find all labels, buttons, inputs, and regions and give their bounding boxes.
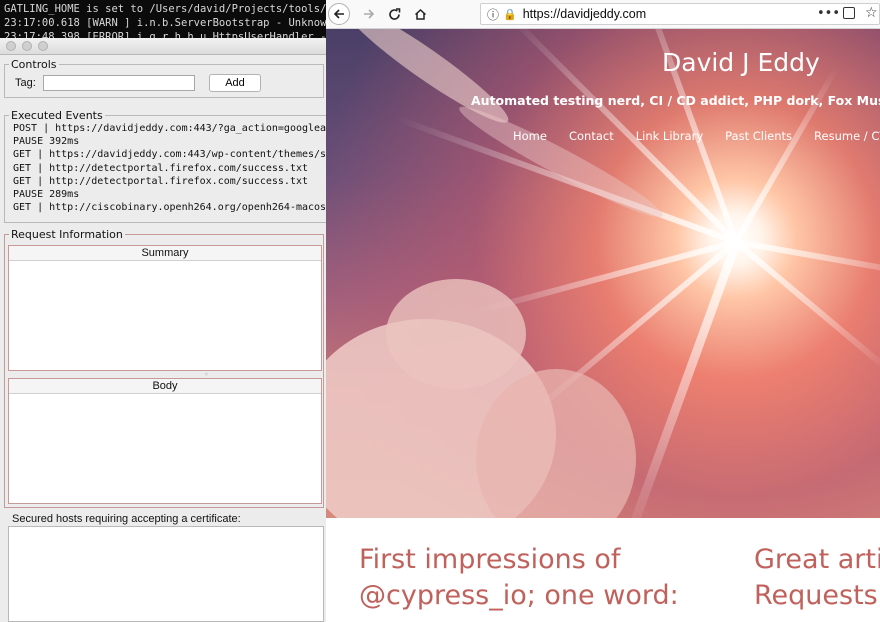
post-title-link[interactable]: Great arti Requests: [754, 542, 880, 614]
close-window-icon[interactable]: [6, 41, 16, 51]
site-tagline: Automated testing nerd, CI / CD addict, …: [471, 93, 880, 108]
tag-label: Tag:: [15, 77, 36, 89]
event-item[interactable]: PAUSE 289ms: [13, 188, 326, 201]
url-text[interactable]: https://davidjeddy.com: [523, 7, 646, 21]
post-title-line: First impressions of: [359, 544, 621, 575]
cloud: [453, 96, 669, 228]
post-title-line: Requests: [754, 580, 878, 611]
summary-panel[interactable]: Summary: [8, 245, 322, 371]
event-item[interactable]: GET | http://ciscobinary.openh264.org/op…: [13, 201, 326, 214]
secured-hosts-list[interactable]: [8, 526, 324, 622]
browser-window: ⓘ 🔒 https://davidjeddy.com ••• ☆ David J…: [326, 0, 880, 622]
event-item[interactable]: GET | http://detectportal.firefox.com/su…: [13, 175, 326, 188]
lock-insecure-icon[interactable]: 🔒: [503, 8, 517, 21]
nav-link-home[interactable]: Home: [513, 129, 547, 143]
arrow-right-icon: [364, 9, 375, 19]
event-item[interactable]: POST | https://davidjeddy.com:443/?ga_ac…: [13, 122, 326, 135]
zoom-window-icon[interactable]: [38, 41, 48, 51]
window-titlebar[interactable]: [0, 38, 326, 55]
reload-icon: [388, 7, 400, 20]
page-actions-icon[interactable]: •••: [817, 6, 840, 21]
summary-header: Summary: [9, 246, 321, 261]
url-bar[interactable]: ⓘ 🔒 https://davidjeddy.com ••• ☆: [480, 3, 880, 25]
bookmark-star-icon[interactable]: ☆: [865, 5, 878, 21]
event-item[interactable]: PAUSE 392ms: [13, 135, 326, 148]
home-icon: [414, 8, 426, 20]
gatling-recorder-window: Controls Tag: Add Executed Events POST |…: [0, 38, 327, 622]
browser-toolbar: ⓘ 🔒 https://davidjeddy.com ••• ☆: [326, 0, 880, 29]
nav-link-resume[interactable]: Resume / CV: [814, 129, 880, 143]
tag-input[interactable]: [43, 75, 195, 91]
forward-button[interactable]: [358, 3, 380, 25]
site-navigation: Home Contact Link Library Past Clients Resum…: [513, 125, 880, 144]
secured-hosts-label: Secured hosts requiring accepting a cert…: [12, 513, 241, 525]
minimize-window-icon[interactable]: [22, 41, 32, 51]
info-icon[interactable]: ⓘ: [487, 6, 499, 23]
site-hero: David J Eddy Automated testing nerd, CI …: [326, 29, 880, 518]
body-header: Body: [9, 379, 321, 394]
body-panel[interactable]: Body: [8, 378, 322, 504]
cloud: [386, 279, 526, 389]
event-item[interactable]: GET | https://davidjeddy.com:443/wp-cont…: [13, 148, 326, 161]
executed-events-list[interactable]: POST | https://davidjeddy.com:443/?ga_ac…: [5, 122, 326, 214]
event-item[interactable]: GET | http://detectportal.firefox.com/su…: [13, 162, 326, 175]
controls-legend: Controls: [11, 58, 57, 71]
executed-events-group: Executed Events POST | https://davidjedd…: [4, 109, 326, 223]
executed-events-legend: Executed Events: [11, 109, 103, 122]
post-title-link[interactable]: First impressions of @cypress_io; one wo…: [359, 542, 679, 614]
arrow-left-icon: [333, 9, 344, 19]
request-information-legend: Request Information: [11, 228, 123, 241]
nav-link-link-library[interactable]: Link Library: [636, 129, 703, 143]
post-title-line: Great arti: [754, 544, 880, 575]
pocket-icon[interactable]: [843, 7, 855, 19]
site-title[interactable]: David J Eddy: [662, 48, 820, 77]
post-list: First impressions of @cypress_io; one wo…: [326, 518, 880, 622]
reload-button[interactable]: [383, 3, 405, 25]
back-button[interactable]: [328, 3, 350, 25]
home-button[interactable]: [409, 3, 431, 25]
nav-link-past-clients[interactable]: Past Clients: [725, 129, 792, 143]
controls-group: Controls Tag: Add: [4, 58, 324, 98]
nav-link-contact[interactable]: Contact: [569, 129, 614, 143]
post-title-line: @cypress_io; one word:: [359, 580, 679, 611]
add-tag-button[interactable]: Add: [209, 74, 261, 92]
